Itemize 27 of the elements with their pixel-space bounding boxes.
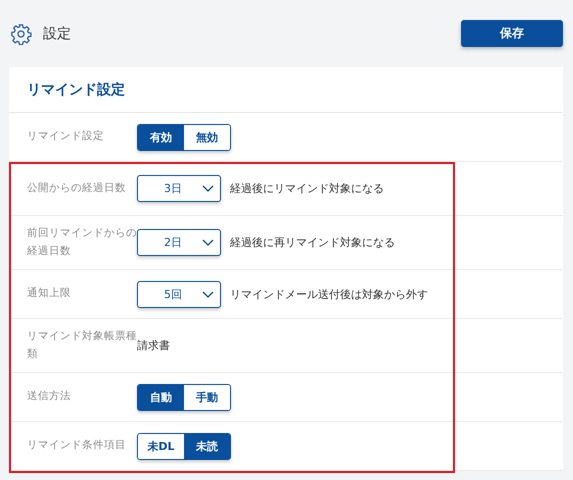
toggle-option[interactable]: 有効	[138, 124, 184, 150]
field-label: 通知上限	[27, 286, 72, 302]
field-note: リマインドメール送付後は対象から外す	[230, 286, 428, 302]
field-label: リマインド設定	[27, 129, 105, 144]
toggle-option[interactable]: 自動	[138, 384, 184, 410]
field-label: 前回リマインドからの経過日数	[27, 226, 137, 258]
toggle-option[interactable]: 未DL	[138, 434, 184, 458]
select-field[interactable]: 2日	[137, 229, 221, 256]
field-label: 送信方法	[27, 389, 72, 404]
settings-icon	[10, 22, 32, 44]
page-title: 設定	[43, 24, 72, 42]
select-field[interactable]: 5回	[137, 280, 221, 308]
toggle-option[interactable]: 手動	[184, 384, 230, 410]
field-value: 請求書	[137, 338, 170, 353]
field-label: 公開からの経過日数	[27, 180, 127, 196]
toggle-option[interactable]: 無効	[184, 124, 230, 150]
field-label: リマインド対象帳票種類	[27, 328, 137, 362]
field-note: 経過後にリマインド対象になる	[230, 181, 384, 196]
chevron-down-icon	[202, 239, 214, 246]
chevron-down-icon	[202, 185, 214, 192]
select-field[interactable]: 3日	[137, 175, 221, 202]
section-title: リマインド設定	[9, 67, 563, 113]
save-button[interactable]: 保存	[461, 20, 563, 46]
chevron-down-icon	[202, 290, 214, 298]
field-label: リマインド条件項目	[27, 438, 127, 454]
field-note: 経過後に再リマインド対象になる	[230, 235, 395, 250]
toggle-option[interactable]: 未読	[184, 434, 230, 458]
